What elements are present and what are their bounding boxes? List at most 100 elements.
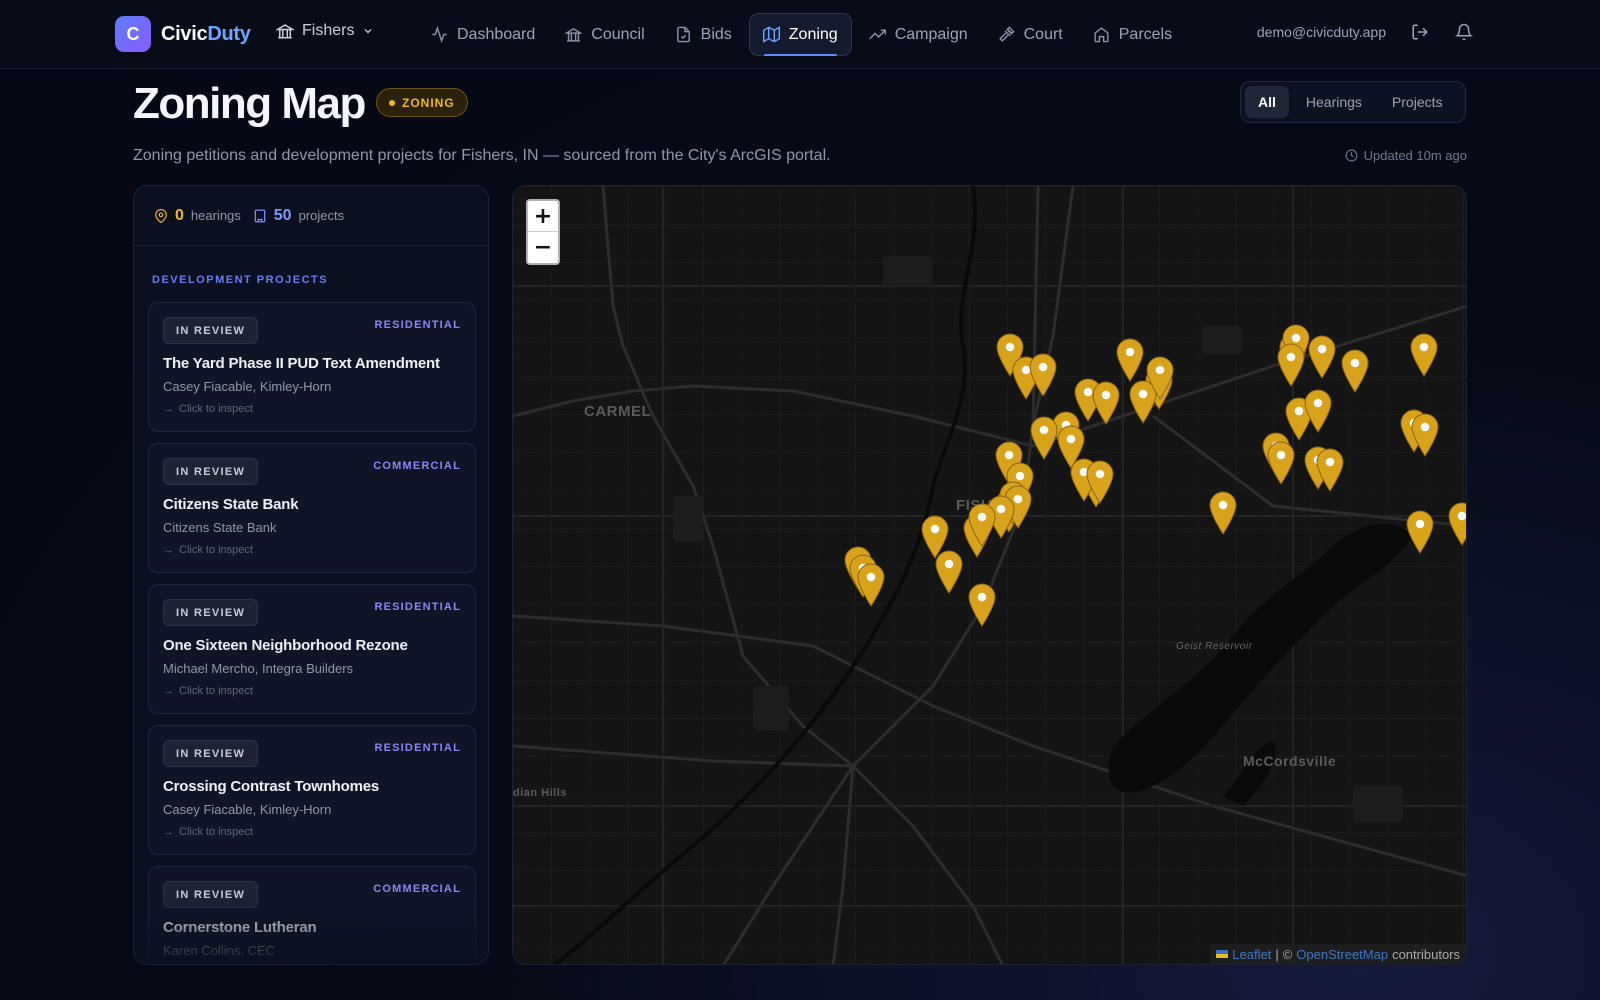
status-badge: IN REVIEW [163,599,259,626]
nav-dashboard-label: Dashboard [457,25,536,43]
user-email: demo@civicduty.app [1256,24,1386,40]
nav-bids-label: Bids [700,25,732,43]
brand-suffix: Duty [207,22,251,45]
inspect-hint: → Click to inspect [163,826,253,838]
filter-projects[interactable]: Projects [1379,86,1456,118]
attribution-separator: | [1275,946,1279,962]
landmark-icon [565,28,583,42]
project-card[interactable]: IN REVIEW COMMERCIAL Cornerstone Luthera… [148,866,476,964]
bell-icon [1455,23,1473,41]
updated-status: Updated 10m ago [1345,148,1467,163]
category-label: RESIDENTIAL [374,319,461,331]
map-marker-icon[interactable] [1406,510,1434,554]
hearings-count: 0 [175,206,184,224]
map-pin-icon [155,208,167,223]
zoning-map[interactable]: CARMEL FISH Geist Reservoir McCordsville… [512,185,1467,965]
attribution-copyright: © [1282,946,1293,962]
city-name: Fishers [302,22,355,39]
hearings-label: hearings [190,208,241,223]
project-applicant: Michael Mercho, Integra Builders [163,661,354,676]
home-icon [1094,27,1109,43]
status-badge: IN REVIEW [163,740,259,767]
brand[interactable]: C CivicDuty [115,16,251,52]
logo-letter: C [126,23,140,44]
nav-campaign-label: Campaign [894,25,968,43]
filter-hearings[interactable]: Hearings [1293,86,1375,118]
filter-all[interactable]: All [1245,86,1289,118]
nav-zoning[interactable]: Zoning [748,13,852,56]
gavel-icon [998,26,1015,42]
map-marker-icon[interactable] [1304,389,1332,433]
inspect-hint-text: Click to inspect [179,685,253,697]
arrow-right-icon: → [163,403,174,415]
map-marker-icon[interactable] [857,563,885,607]
map-marker-icon[interactable] [1030,416,1058,460]
map-marker-icon[interactable] [1086,460,1114,504]
project-applicant: Karen Collins, CEC [163,943,275,958]
map-marker-icon[interactable] [968,583,996,627]
category-label: RESIDENTIAL [374,742,461,754]
nav-court[interactable]: Court [985,13,1076,56]
map-marker-icon[interactable] [1267,441,1295,485]
inspect-hint-text: Click to inspect [179,403,253,415]
arrow-right-icon: → [163,826,174,838]
inspect-hint: → Click to inspect [163,403,253,415]
hearings-stat: 0 hearings [154,207,241,225]
leaflet-link[interactable]: Leaflet [1232,947,1271,962]
project-applicant: Casey Fiacable, Kimley-Horn [163,379,332,394]
project-card[interactable]: IN REVIEW RESIDENTIAL The Yard Phase II … [148,302,476,432]
osm-link[interactable]: OpenStreetMap [1296,947,1388,962]
project-applicant: Citizens State Bank [163,520,277,535]
map-attribution: Leaflet | © OpenStreetMap contributors [1210,944,1466,964]
notifications-button[interactable] [1454,22,1474,42]
map-marker-icon[interactable] [1116,338,1144,382]
map-marker-icon[interactable] [935,550,963,594]
nav-campaign[interactable]: Campaign [856,13,981,56]
badge-dot [389,99,395,106]
chevron-down-icon [365,29,372,34]
map-marker-icon[interactable] [1410,333,1438,377]
brand-name: CivicDuty [161,23,251,46]
nav-dashboard[interactable]: Dashboard [418,13,548,56]
project-card[interactable]: IN REVIEW RESIDENTIAL One Sixteen Neighb… [148,584,476,714]
status-badge: IN REVIEW [163,317,259,344]
category-label: RESIDENTIAL [374,601,461,613]
city-selector[interactable]: Fishers [276,22,374,40]
map-marker-icon[interactable] [1411,413,1439,457]
nav-parcels-label: Parcels [1118,25,1173,43]
zoom-out-button[interactable]: − [528,232,558,263]
nav-council[interactable]: Council [552,13,657,56]
activity-icon [432,26,447,43]
inspect-hint-text: Click to inspect [179,544,253,556]
zoom-in-button[interactable]: + [528,201,558,232]
map-marker-icon[interactable] [1029,353,1057,397]
nav-council-label: Council [591,25,645,43]
map-marker-icon[interactable] [1092,381,1120,425]
inspect-hint-text: Click to inspect [179,826,253,838]
category-label: COMMERCIAL [373,460,461,472]
logout-button[interactable] [1410,22,1430,42]
map-marker-icon[interactable] [1341,349,1369,393]
map-marker-icon[interactable] [968,503,996,547]
map-marker-icon[interactable] [1146,356,1174,400]
project-card[interactable]: IN REVIEW COMMERCIAL Citizens State Bank… [148,443,476,573]
section-label: DEVELOPMENT PROJECTS [152,274,329,286]
map-marker-icon[interactable] [1316,448,1344,492]
map-marker-icon[interactable] [1277,343,1305,387]
project-card[interactable]: IN REVIEW RESIDENTIAL Crossing Contrast … [148,725,476,855]
nav-parcels[interactable]: Parcels [1080,13,1185,56]
project-list: IN REVIEW RESIDENTIAL The Yard Phase II … [148,302,476,964]
brand-logo: C [115,16,151,52]
user-area: demo@civicduty.app [1257,22,1474,42]
map-marker-icon[interactable] [1448,502,1466,546]
nav-bids[interactable]: Bids [662,13,745,56]
project-applicant: Casey Fiacable, Kimley-Horn [163,802,332,817]
top-nav: C CivicDuty Fishers Dashboard Council Bi… [0,0,1600,69]
map-marker-icon[interactable] [1209,491,1237,535]
map-marker-icon[interactable] [1308,335,1336,379]
project-name: Cornerstone Lutheran [163,919,317,936]
file-check-icon [676,26,690,43]
brand-prefix: Civic [161,22,208,45]
projects-stat: 50 projects [253,207,344,225]
project-name: The Yard Phase II PUD Text Amendment [163,355,440,372]
